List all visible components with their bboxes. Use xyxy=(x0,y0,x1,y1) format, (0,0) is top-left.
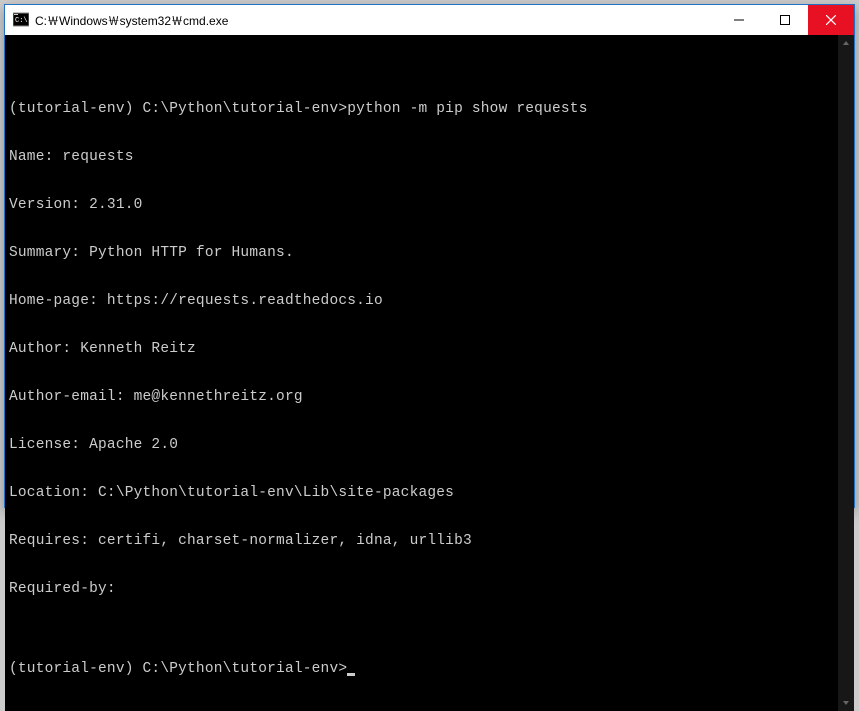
cursor-icon xyxy=(347,673,355,676)
scrollbar-up-button[interactable] xyxy=(838,35,854,51)
terminal-line: Summary: Python HTTP for Humans. xyxy=(9,245,836,261)
terminal-line: Name: requests xyxy=(9,149,836,165)
terminal-line: Version: 2.31.0 xyxy=(9,197,836,213)
window-controls xyxy=(716,5,854,35)
command-prompt-window: C:\ C:￦Windows￦system32￦cmd.exe (tutoria… xyxy=(4,4,855,508)
svg-text:C:\: C:\ xyxy=(15,17,28,25)
terminal-line: Author: Kenneth Reitz xyxy=(9,341,836,357)
scrollbar[interactable] xyxy=(838,35,854,711)
terminal-output[interactable]: (tutorial-env) C:\Python\tutorial-env>py… xyxy=(5,35,838,711)
terminal-line: Requires: certifi, charset-normalizer, i… xyxy=(9,533,836,549)
terminal-prompt-line: (tutorial-env) C:\Python\tutorial-env> xyxy=(9,661,836,677)
terminal-line: License: Apache 2.0 xyxy=(9,437,836,453)
titlebar[interactable]: C:\ C:￦Windows￦system32￦cmd.exe xyxy=(5,5,854,35)
terminal-line: Required-by: xyxy=(9,581,836,597)
terminal-line: Location: C:\Python\tutorial-env\Lib\sit… xyxy=(9,485,836,501)
window-title: C:￦Windows￦system32￦cmd.exe xyxy=(35,12,716,29)
close-button[interactable] xyxy=(808,5,854,35)
terminal-container: (tutorial-env) C:\Python\tutorial-env>py… xyxy=(5,35,854,711)
terminal-prompt: (tutorial-env) C:\Python\tutorial-env> xyxy=(9,661,347,677)
maximize-button[interactable] xyxy=(762,5,808,35)
cmd-icon: C:\ xyxy=(13,12,29,28)
terminal-line: Author-email: me@kennethreitz.org xyxy=(9,389,836,405)
terminal-line: Home-page: https://requests.readthedocs.… xyxy=(9,293,836,309)
minimize-button[interactable] xyxy=(716,5,762,35)
terminal-line: (tutorial-env) C:\Python\tutorial-env>py… xyxy=(9,101,836,117)
scrollbar-down-button[interactable] xyxy=(838,695,854,711)
